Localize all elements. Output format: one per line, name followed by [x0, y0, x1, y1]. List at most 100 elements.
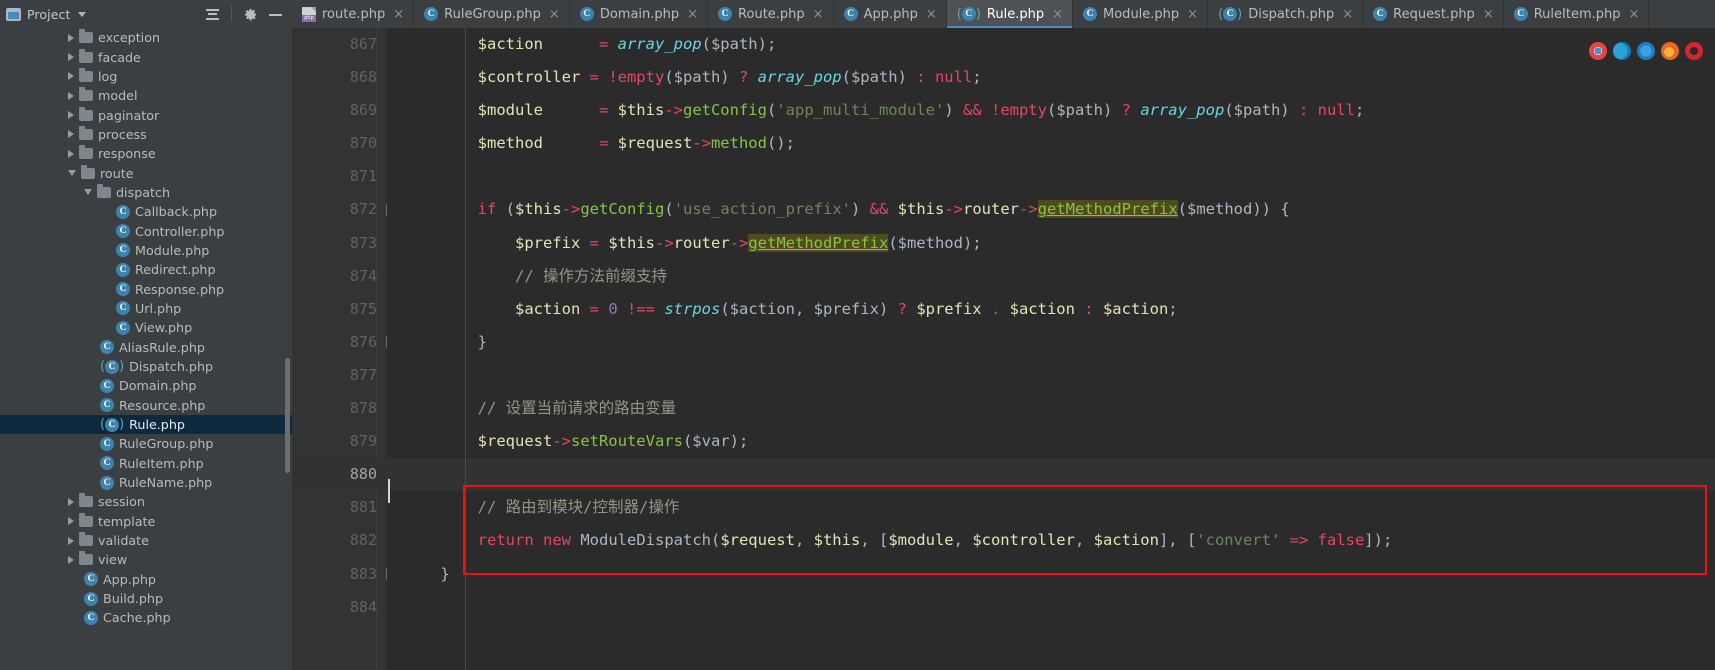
browser-launcher-icons[interactable] [1589, 42, 1703, 60]
tree-file[interactable]: C RuleName.php [0, 473, 292, 492]
chevron-down-icon[interactable] [68, 170, 76, 177]
code-line[interactable]: $method = $request->method(); [387, 127, 1715, 160]
edge-icon[interactable] [1613, 42, 1631, 60]
chevron-right-icon[interactable] [68, 33, 74, 42]
tree-file[interactable]: C Cache.php [0, 608, 292, 627]
tree-folder[interactable]: validate [0, 531, 292, 550]
tab-close-icon[interactable]: × [687, 8, 698, 21]
tree-file[interactable]: (C) Dispatch.php [0, 357, 292, 376]
chevron-down-icon[interactable] [78, 11, 87, 17]
chevron-down-icon[interactable] [84, 189, 92, 196]
tree-file[interactable]: C Module.php [0, 241, 292, 260]
opera-icon[interactable] [1685, 42, 1703, 60]
tree-file[interactable]: C App.php [0, 570, 292, 589]
editor-tab[interactable]: C Domain.php × [569, 0, 709, 28]
tree-folder[interactable]: model [0, 86, 292, 105]
code-line[interactable]: $controller = !empty($path) ? array_pop(… [387, 61, 1715, 94]
tree-file[interactable]: C Controller.php [0, 221, 292, 240]
collapse-all-icon[interactable] [205, 8, 220, 21]
chevron-right-icon[interactable] [68, 517, 74, 526]
firefox-icon[interactable] [1661, 42, 1679, 60]
line-number-gutter[interactable]: 867 868 869 870 871 872− 873 874 875 876— 877 878 87… [292, 28, 397, 670]
editor-tab[interactable]: C Request.php × [1363, 0, 1504, 28]
editor-tab[interactable]: C App.php × [833, 0, 947, 28]
tree-file[interactable]: C Domain.php [0, 376, 292, 395]
tree-file[interactable]: C View.php [0, 318, 292, 337]
tab-close-icon[interactable]: × [393, 8, 404, 21]
editor-tab[interactable]: route.php × [292, 0, 415, 28]
tree-folder[interactable]: paginator [0, 105, 292, 124]
tab-close-icon[interactable]: × [1052, 8, 1063, 21]
tree-file[interactable]: C Callback.php [0, 202, 292, 221]
code-line[interactable]: // 路由到模块/控制器/操作 [387, 491, 1715, 524]
tab-close-icon[interactable]: × [813, 8, 824, 21]
tree-file[interactable]: C Build.php [0, 589, 292, 608]
tab-close-icon[interactable]: × [1629, 8, 1640, 21]
tab-close-icon[interactable]: × [1187, 8, 1198, 21]
tree-folder[interactable]: dispatch [0, 183, 292, 202]
code-line[interactable]: $request->setRouteVars($var); [387, 425, 1715, 458]
tree-file[interactable]: C RuleItem.php [0, 454, 292, 473]
tab-close-icon[interactable]: × [1483, 8, 1494, 21]
tree-folder[interactable]: exception [0, 28, 292, 47]
tree-folder[interactable]: facade [0, 47, 292, 66]
code-line[interactable] [387, 458, 1715, 492]
tree-file[interactable]: C Resource.php [0, 396, 292, 415]
chevron-right-icon[interactable] [68, 536, 74, 545]
tree-file[interactable]: C AliasRule.php [0, 338, 292, 357]
tree-folder[interactable]: session [0, 492, 292, 511]
code-line[interactable]: $module = $this->getConfig('app_multi_mo… [387, 94, 1715, 127]
editor-tab[interactable]: C Route.php × [708, 0, 834, 28]
chevron-right-icon[interactable] [68, 111, 74, 120]
code-line[interactable]: } [387, 326, 1715, 359]
code-line[interactable] [387, 359, 1715, 392]
tree-folder[interactable]: response [0, 144, 292, 163]
chevron-right-icon[interactable] [68, 53, 74, 62]
code-token: $controller [972, 531, 1075, 550]
editor-tab[interactable]: C RuleGroup.php × [414, 0, 570, 28]
editor-tab[interactable]: (C) Dispatch.php × [1208, 0, 1364, 28]
code-line[interactable]: return new ModuleDispatch($request, $thi… [387, 524, 1715, 557]
tree-file[interactable]: C Redirect.php [0, 260, 292, 279]
editor-tab[interactable]: C Module.php × [1073, 0, 1209, 28]
gear-icon[interactable] [243, 7, 258, 22]
chevron-right-icon[interactable] [68, 555, 74, 564]
sidebar-scrollbar[interactable] [285, 358, 290, 473]
code-line[interactable]: // 操作方法前缀支持 [387, 260, 1715, 293]
code-line[interactable]: } [387, 558, 1715, 591]
code-line[interactable]: $action = array_pop($path); [387, 28, 1715, 61]
chevron-right-icon[interactable] [68, 149, 74, 158]
tab-label: Rule.php [986, 6, 1045, 22]
chevron-right-icon[interactable] [68, 72, 74, 81]
tree-file[interactable]: C RuleGroup.php [0, 434, 292, 453]
code-editor[interactable]: 867 868 869 870 871 872− 873 874 875 876— 877 878 87… [292, 28, 1715, 670]
tree-folder[interactable]: template [0, 512, 292, 531]
folder-icon [79, 106, 93, 121]
tree-folder[interactable]: log [0, 67, 292, 86]
project-tree[interactable]: exception facade log model paginator process r… [0, 28, 292, 670]
tree-file[interactable]: (C) Rule.php [0, 414, 292, 435]
chevron-right-icon[interactable] [68, 497, 74, 506]
code-line[interactable] [387, 591, 1715, 624]
ie-icon[interactable] [1637, 42, 1655, 60]
tree-folder[interactable]: route [0, 163, 292, 182]
editor-tab[interactable]: (C) Rule.php × [946, 0, 1074, 28]
chevron-right-icon[interactable] [68, 130, 74, 139]
code-line[interactable]: $prefix = $this->router->getMethodPrefix… [387, 227, 1715, 260]
tree-folder[interactable]: process [0, 125, 292, 144]
editor-tab[interactable]: C RuleItem.php × [1503, 0, 1650, 28]
code-line[interactable]: if ($this->getConfig('use_action_prefix'… [387, 193, 1715, 226]
code-line[interactable]: $action = 0 !== strpos($action, $prefix)… [387, 293, 1715, 326]
tree-file[interactable]: C Response.php [0, 279, 292, 298]
tab-close-icon[interactable]: × [1342, 8, 1353, 21]
chevron-right-icon[interactable] [68, 91, 74, 100]
minimize-icon[interactable] [269, 8, 282, 21]
tree-file[interactable]: C Url.php [0, 299, 292, 318]
code-line[interactable] [387, 160, 1715, 193]
tab-close-icon[interactable]: × [926, 8, 937, 21]
tab-close-icon[interactable]: × [549, 8, 560, 21]
tree-folder[interactable]: view [0, 550, 292, 569]
code-line[interactable]: // 设置当前请求的路由变量 [387, 392, 1715, 425]
chrome-icon[interactable] [1589, 42, 1607, 60]
code-area[interactable]: $action = array_pop($path); $controller … [387, 28, 1715, 670]
